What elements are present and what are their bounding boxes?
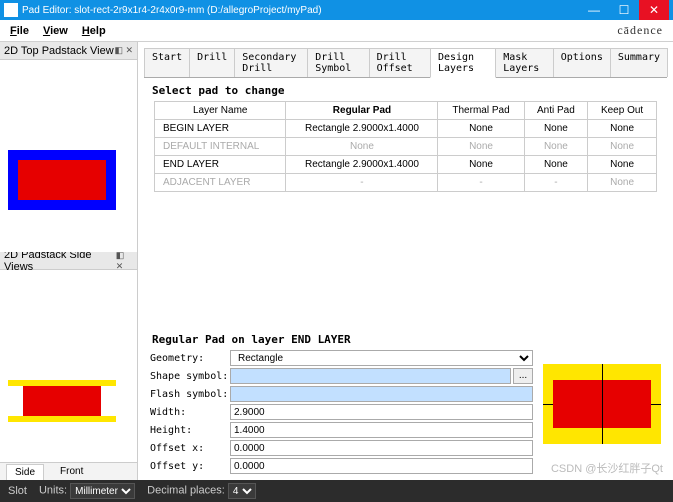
tab-summary[interactable]: Summary [610, 48, 668, 77]
offsetx-label: Offset x: [150, 443, 230, 454]
brand-label: cādence [617, 23, 669, 38]
status-bar: Slot Units: Millimeter Decimal places: 4 [0, 480, 673, 502]
table-cell[interactable]: None [588, 120, 657, 138]
layer-table[interactable]: Layer NameRegular PadThermal PadAnti Pad… [154, 101, 657, 192]
height-input[interactable] [230, 422, 533, 438]
decimal-select[interactable]: 4 [228, 483, 256, 499]
tab-secondary-drill[interactable]: Secondary Drill [234, 48, 308, 77]
table-cell[interactable]: - [438, 174, 524, 192]
table-cell[interactable]: None [588, 138, 657, 156]
tab-design-layers[interactable]: Design Layers [430, 48, 496, 78]
decimal-label: Decimal places: [147, 485, 225, 497]
table-cell[interactable]: END LAYER [155, 156, 286, 174]
offsety-label: Offset y: [150, 461, 230, 472]
shape-browse-button[interactable]: ... [513, 368, 533, 384]
geometry-label: Geometry: [150, 353, 230, 364]
tab-drill-symbol[interactable]: Drill Symbol [307, 48, 369, 77]
units-select[interactable]: Millimeter [70, 483, 135, 499]
shape-label: Shape symbol: [150, 371, 230, 382]
units-label: Units: [39, 485, 67, 497]
col-header[interactable]: Thermal Pad [438, 102, 524, 120]
section-title: Select pad to change [144, 78, 667, 101]
side-padstack-header: 2D Padstack Side Views ◧ ✕ [0, 252, 137, 270]
table-cell[interactable]: ADJACENT LAYER [155, 174, 286, 192]
table-cell[interactable]: None [524, 120, 588, 138]
tab-side[interactable]: Side [6, 464, 44, 480]
offsetx-input[interactable] [230, 440, 533, 456]
table-cell[interactable]: None [438, 138, 524, 156]
top-padstack-view [0, 60, 137, 252]
tab-content: Select pad to change Layer NameRegular P… [144, 78, 667, 480]
tab-start[interactable]: Start [144, 48, 190, 77]
minimize-button[interactable]: — [579, 0, 609, 20]
width-input[interactable] [230, 404, 533, 420]
status-slot: Slot [8, 485, 27, 497]
app-icon [4, 3, 18, 17]
window-title: Pad Editor: slot-rect-2r9x1r4-2r4x0r9-mm… [22, 5, 579, 16]
panel-controls[interactable]: ◧ ✕ [114, 45, 133, 56]
offsety-input[interactable] [230, 458, 533, 474]
table-cell[interactable]: Rectangle 2.9000x1.4000 [286, 120, 438, 138]
side-padstack-view [0, 270, 137, 462]
table-cell[interactable]: - [524, 174, 588, 192]
close-button[interactable]: ✕ [639, 0, 669, 20]
tab-front[interactable]: Front [52, 464, 91, 479]
pad-preview-side [8, 380, 116, 422]
tab-mask-layers[interactable]: Mask Layers [495, 48, 554, 77]
left-sidebar: 2D Top Padstack View ◧ ✕ 2D Padstack Sid… [0, 42, 138, 480]
top-padstack-title: 2D Top Padstack View [4, 45, 114, 57]
pad-form: Geometry:Rectangle Shape symbol:... Flas… [150, 350, 533, 476]
tab-bar: StartDrillSecondary DrillDrill SymbolDri… [144, 48, 667, 78]
col-header[interactable]: Anti Pad [524, 102, 588, 120]
lower-title: Regular Pad on layer END LAYER [144, 327, 667, 350]
table-cell[interactable]: Rectangle 2.9000x1.4000 [286, 156, 438, 174]
col-header[interactable]: Keep Out [588, 102, 657, 120]
menu-view[interactable]: View [37, 23, 74, 39]
side-front-tabs: Side Front [0, 462, 137, 480]
table-cell[interactable]: None [286, 138, 438, 156]
flash-label: Flash symbol: [150, 389, 230, 400]
maximize-button[interactable]: ☐ [609, 0, 639, 20]
table-cell[interactable]: None [438, 156, 524, 174]
table-cell[interactable]: - [286, 174, 438, 192]
main-area: StartDrillSecondary DrillDrill SymbolDri… [138, 42, 673, 480]
pad-preview-top [8, 150, 116, 210]
width-label: Width: [150, 407, 230, 418]
col-header[interactable]: Layer Name [155, 102, 286, 120]
shape-input[interactable] [230, 368, 511, 384]
tab-drill-offset[interactable]: Drill Offset [369, 48, 431, 77]
flash-input[interactable] [230, 386, 533, 402]
table-cell[interactable]: DEFAULT INTERNAL [155, 138, 286, 156]
col-header[interactable]: Regular Pad [286, 102, 438, 120]
titlebar: Pad Editor: slot-rect-2r9x1r4-2r4x0r9-mm… [0, 0, 673, 20]
table-cell[interactable]: BEGIN LAYER [155, 120, 286, 138]
lower-section: Geometry:Rectangle Shape symbol:... Flas… [144, 350, 667, 480]
pad-preview-right [543, 364, 661, 444]
table-cell[interactable]: None [524, 138, 588, 156]
height-label: Height: [150, 425, 230, 436]
menu-file[interactable]: File [4, 23, 35, 39]
table-cell[interactable]: None [588, 156, 657, 174]
side-padstack-title: 2D Padstack Side Views [4, 249, 116, 273]
tab-options[interactable]: Options [553, 48, 611, 77]
panel-controls-2[interactable]: ◧ ✕ [116, 250, 133, 272]
menu-help[interactable]: Help [76, 23, 112, 39]
geometry-select[interactable]: Rectangle [230, 350, 533, 366]
table-cell[interactable]: None [438, 120, 524, 138]
content: 2D Top Padstack View ◧ ✕ 2D Padstack Sid… [0, 42, 673, 480]
table-cell[interactable]: None [588, 174, 657, 192]
tab-drill[interactable]: Drill [189, 48, 235, 77]
top-padstack-header: 2D Top Padstack View ◧ ✕ [0, 42, 137, 60]
menubar: File View Help cādence [0, 20, 673, 42]
table-cell[interactable]: None [524, 156, 588, 174]
